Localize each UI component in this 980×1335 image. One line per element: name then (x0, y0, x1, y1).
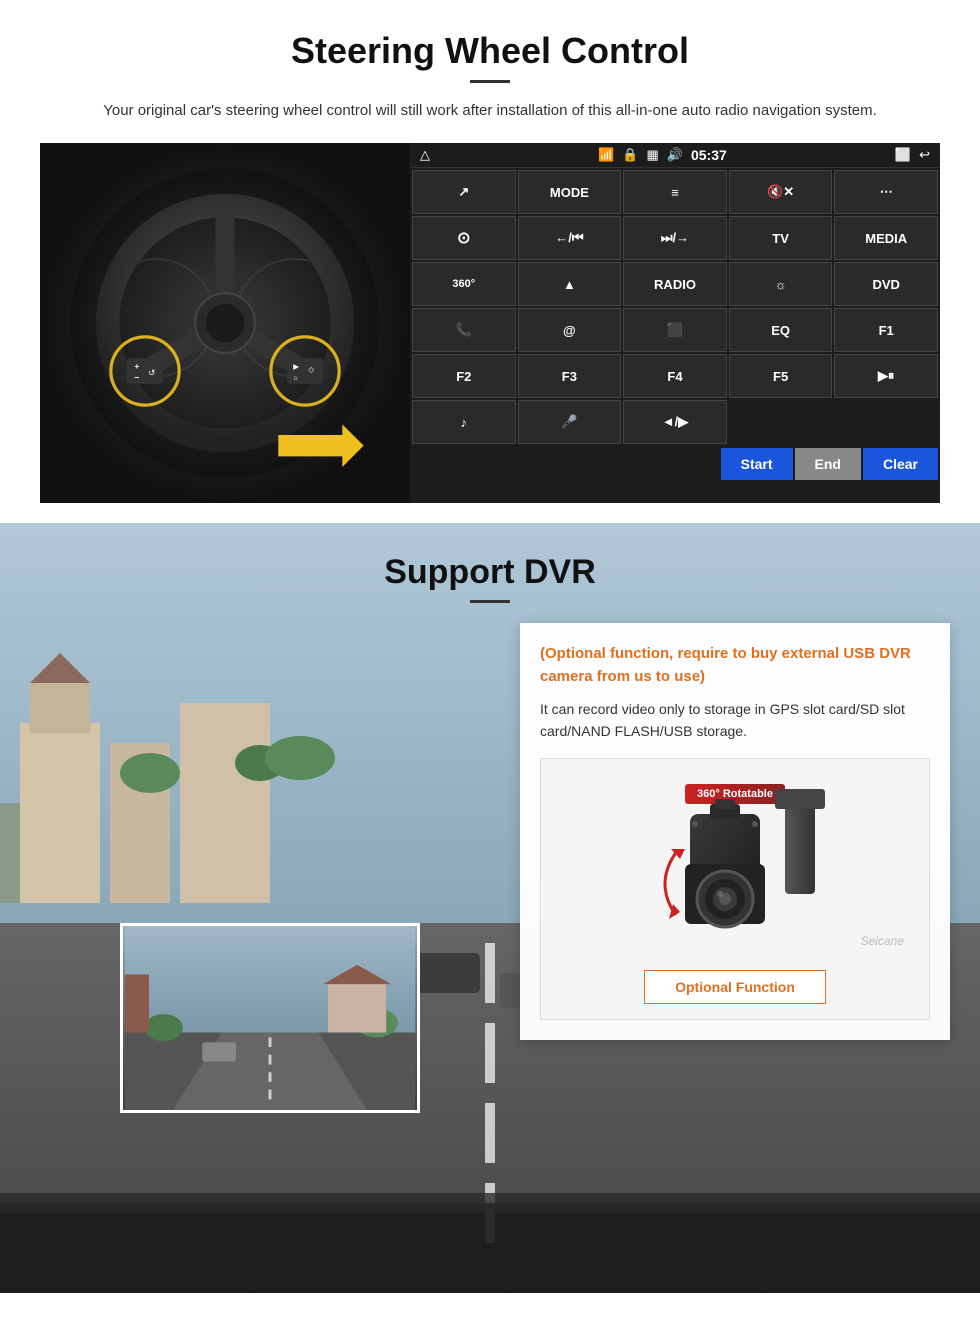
btn-row-6: ♪ 🎤 ◄/▶ (410, 398, 940, 444)
steering-description: Your original car's steering wheel contr… (80, 99, 900, 123)
description-text: It can record video only to storage in G… (540, 698, 930, 743)
btn-radio[interactable]: RADIO (623, 262, 727, 306)
btn-menu[interactable]: ≡ (623, 170, 727, 214)
btn-media[interactable]: MEDIA (834, 216, 938, 260)
btn-f1[interactable]: F1 (834, 308, 938, 352)
radio-ui: △ 📶 🔒 ▦ 🔊 05:37 ⬜ ↩ ↗ MODE ≡ (410, 143, 940, 503)
svg-text:↺: ↺ (148, 367, 155, 377)
btn-brightness[interactable]: ☼ (729, 262, 833, 306)
dvr-camera-box: 360° Rotatable (540, 758, 930, 1020)
status-bar-center: 📶 🔒 ▦ 🔊 05:37 (598, 147, 727, 163)
btn-mic[interactable]: 🎤 (518, 400, 622, 444)
svg-text:+: + (134, 361, 139, 371)
btn-phone[interactable]: 📞 (412, 308, 516, 352)
btn-mode[interactable]: MODE (518, 170, 622, 214)
btn-vol-prev[interactable]: ◄/▶ (623, 400, 727, 444)
thumbnail-scene (123, 926, 417, 1110)
status-bar: △ 📶 🔒 ▦ 🔊 05:37 ⬜ ↩ (410, 143, 940, 168)
btn-row-3: 360° ▲ RADIO ☼ DVD (410, 260, 940, 306)
dvr-info-panel: (Optional function, require to buy exter… (520, 623, 950, 1040)
btn-dvd[interactable]: DVD (834, 262, 938, 306)
btn-prev[interactable]: ←/⏮ (518, 216, 622, 260)
steering-section: Steering Wheel Control Your original car… (0, 0, 980, 523)
btn-row-4: 📞 @ ⬛ EQ F1 (410, 306, 940, 352)
sim-icon: ▦ (646, 147, 658, 163)
dvr-title-area: Support DVR (0, 523, 980, 623)
status-bar-right: ⬜ ↩ (895, 147, 930, 163)
btn-tv[interactable]: TV (729, 216, 833, 260)
sound-icon: 🔊 (667, 147, 683, 163)
window-icon[interactable]: ⬜ (895, 147, 911, 163)
dvr-section: Support DVR (0, 523, 980, 1293)
btn-f5[interactable]: F5 (729, 354, 833, 398)
dvr-thumbnail-inner (123, 926, 417, 1110)
btn-apps[interactable]: ⋯ (834, 170, 938, 214)
btn-eject[interactable]: ▲ (518, 262, 622, 306)
steering-photo: + − ↺ ▶ ○ ◇ (40, 143, 410, 503)
clear-button[interactable]: Clear (863, 448, 938, 480)
btn-nav[interactable]: ↗ (412, 170, 516, 214)
svg-text:○: ○ (293, 374, 298, 383)
optional-text: (Optional function, require to buy exter… (540, 643, 930, 688)
btn-settings[interactable]: ⊙ (412, 216, 516, 260)
btn-f2[interactable]: F2 (412, 354, 516, 398)
btn-f3[interactable]: F3 (518, 354, 622, 398)
start-button[interactable]: Start (721, 448, 793, 480)
optional-function-button[interactable]: Optional Function (644, 970, 826, 1004)
steering-title: Steering Wheel Control (40, 30, 940, 72)
bottom-controls: Start End Clear (410, 444, 940, 484)
steering-photo-inner: + − ↺ ▶ ○ ◇ (40, 143, 410, 503)
status-time: 05:37 (691, 147, 727, 163)
home-icon[interactable]: △ (420, 147, 430, 163)
svg-text:◇: ◇ (308, 365, 314, 374)
wifi-icon: 📶 (598, 147, 614, 163)
btn-music[interactable]: ♪ (412, 400, 516, 444)
title-divider (470, 80, 510, 83)
steering-content: + − ↺ ▶ ○ ◇ (40, 143, 940, 503)
camera-svg (625, 794, 825, 954)
btn-playpause[interactable]: ▶⏸ (834, 354, 938, 398)
btn-mute[interactable]: 🔇✕ (729, 170, 833, 214)
seicane-watermark: Seicane (861, 934, 904, 948)
lock-icon: 🔒 (622, 147, 638, 163)
btn-next[interactable]: ⏭/→ (623, 216, 727, 260)
btn-screen[interactable]: ⬛ (623, 308, 727, 352)
btn-eq[interactable]: EQ (729, 308, 833, 352)
steering-wheel-svg: + − ↺ ▶ ○ ◇ (65, 163, 385, 483)
camera-visual: 360° Rotatable (605, 774, 865, 954)
btn-360[interactable]: 360° (412, 262, 516, 306)
status-bar-left: △ (420, 147, 430, 163)
dvr-title: Support DVR (0, 553, 980, 592)
btn-f4[interactable]: F4 (623, 354, 727, 398)
dvr-title-divider (470, 600, 510, 603)
btn-row-5: F2 F3 F4 F5 ▶⏸ (410, 352, 940, 398)
back-icon[interactable]: ↩ (919, 147, 930, 163)
end-button[interactable]: End (795, 448, 861, 480)
dvr-thumbnail (120, 923, 420, 1113)
btn-row-1: ↗ MODE ≡ 🔇✕ ⋯ (410, 168, 940, 214)
btn-internet[interactable]: @ (518, 308, 622, 352)
svg-text:−: − (134, 373, 139, 383)
btn-row-2: ⊙ ←/⏮ ⏭/→ TV MEDIA (410, 214, 940, 260)
svg-text:▶: ▶ (293, 362, 299, 371)
